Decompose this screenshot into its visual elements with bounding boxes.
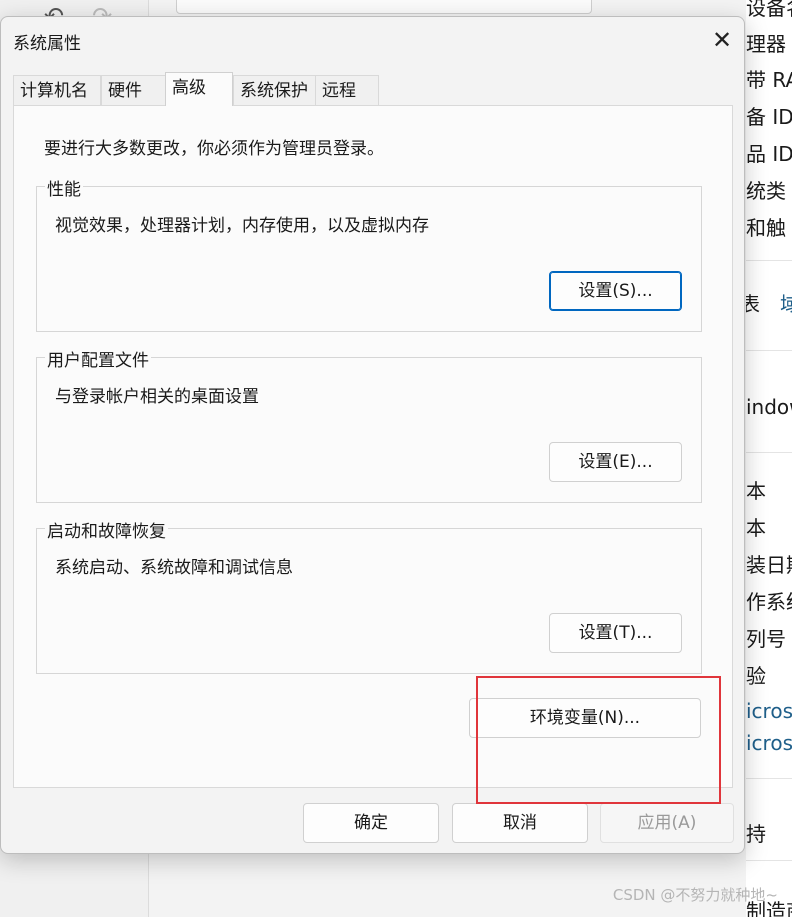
bg-text: 作系统	[746, 590, 792, 614]
user-profile-group: 用户配置文件 与登录帐户相关的桌面设置 设置(E)...	[36, 346, 702, 503]
bg-text: 品 ID	[746, 142, 792, 166]
admin-notice: 要进行大多数更改，你必须作为管理员登录。	[44, 139, 384, 159]
tab-remote[interactable]: 远程	[315, 75, 379, 105]
bg-text: indow	[746, 395, 792, 419]
divider	[746, 350, 792, 351]
bg-text: 本	[746, 479, 766, 503]
background-search-input	[176, 0, 592, 14]
startup-recovery-group: 启动和故障恢复 系统启动、系统故障和调试信息 设置(T)...	[36, 517, 702, 674]
bg-text: 备 ID	[746, 105, 792, 129]
performance-settings-button[interactable]: 设置(S)...	[549, 271, 682, 311]
tab-system-protection[interactable]: 系统保护	[233, 75, 317, 105]
performance-description: 视觉效果，处理器计划，内存使用，以及虚拟内存	[55, 216, 429, 236]
bg-text: 设备名	[746, 0, 792, 20]
bg-text: 持	[746, 822, 766, 846]
bg-link[interactable]: icros	[746, 731, 792, 755]
tab-hardware[interactable]: 硬件	[101, 75, 167, 105]
bg-text: 装日期	[746, 553, 792, 577]
cancel-button[interactable]: 取消	[452, 803, 588, 843]
user-profile-title: 用户配置文件	[45, 346, 151, 371]
close-icon: ✕	[711, 26, 733, 54]
startup-recovery-description: 系统启动、系统故障和调试信息	[55, 558, 293, 578]
user-profile-settings-button[interactable]: 设置(E)...	[549, 442, 682, 482]
bg-text: 和触	[746, 216, 786, 240]
divider	[746, 778, 792, 779]
divider	[746, 860, 792, 861]
tab-computer-name[interactable]: 计算机名	[13, 75, 101, 105]
bg-text: 本	[746, 516, 766, 540]
ok-button[interactable]: 确定	[303, 803, 439, 843]
dialog-title: 系统属性	[13, 34, 81, 54]
bg-link[interactable]: icros	[746, 699, 792, 723]
bg-text: 带 RA	[746, 68, 792, 92]
startup-recovery-settings-button[interactable]: 设置(T)...	[549, 613, 682, 653]
background-window-right: 设备名 理器 带 RA 备 ID 品 ID 统类 和触 表 域 indow 本 …	[746, 0, 792, 917]
divider	[746, 452, 792, 453]
bg-text: 表	[746, 292, 760, 316]
user-profile-description: 与登录帐户相关的桌面设置	[55, 387, 259, 407]
divider	[746, 260, 792, 261]
bg-text: 验	[746, 664, 766, 688]
bg-text: 列号	[746, 627, 786, 651]
apply-button[interactable]: 应用(A)	[600, 803, 734, 843]
watermark: CSDN @不努力就种地~	[612, 886, 778, 904]
advanced-tab-panel: 要进行大多数更改，你必须作为管理员登录。 性能 视觉效果，处理器计划，内存使用，…	[13, 105, 733, 788]
close-button[interactable]: ✕	[705, 25, 739, 55]
environment-variables-button[interactable]: 环境变量(N)...	[469, 698, 701, 738]
startup-recovery-title: 启动和故障恢复	[45, 517, 168, 542]
bg-link[interactable]: 域	[780, 288, 792, 317]
system-properties-dialog: 系统属性 ✕ 计算机名 硬件 高级 系统保护 远程 要进行大多数更改，你必须作为…	[0, 16, 745, 854]
bg-text: 统类	[746, 179, 786, 203]
bg-text: 理器	[746, 32, 786, 56]
tab-advanced[interactable]: 高级	[165, 72, 233, 106]
performance-title: 性能	[45, 175, 83, 200]
performance-group: 性能 视觉效果，处理器计划，内存使用，以及虚拟内存 设置(S)...	[36, 175, 702, 332]
